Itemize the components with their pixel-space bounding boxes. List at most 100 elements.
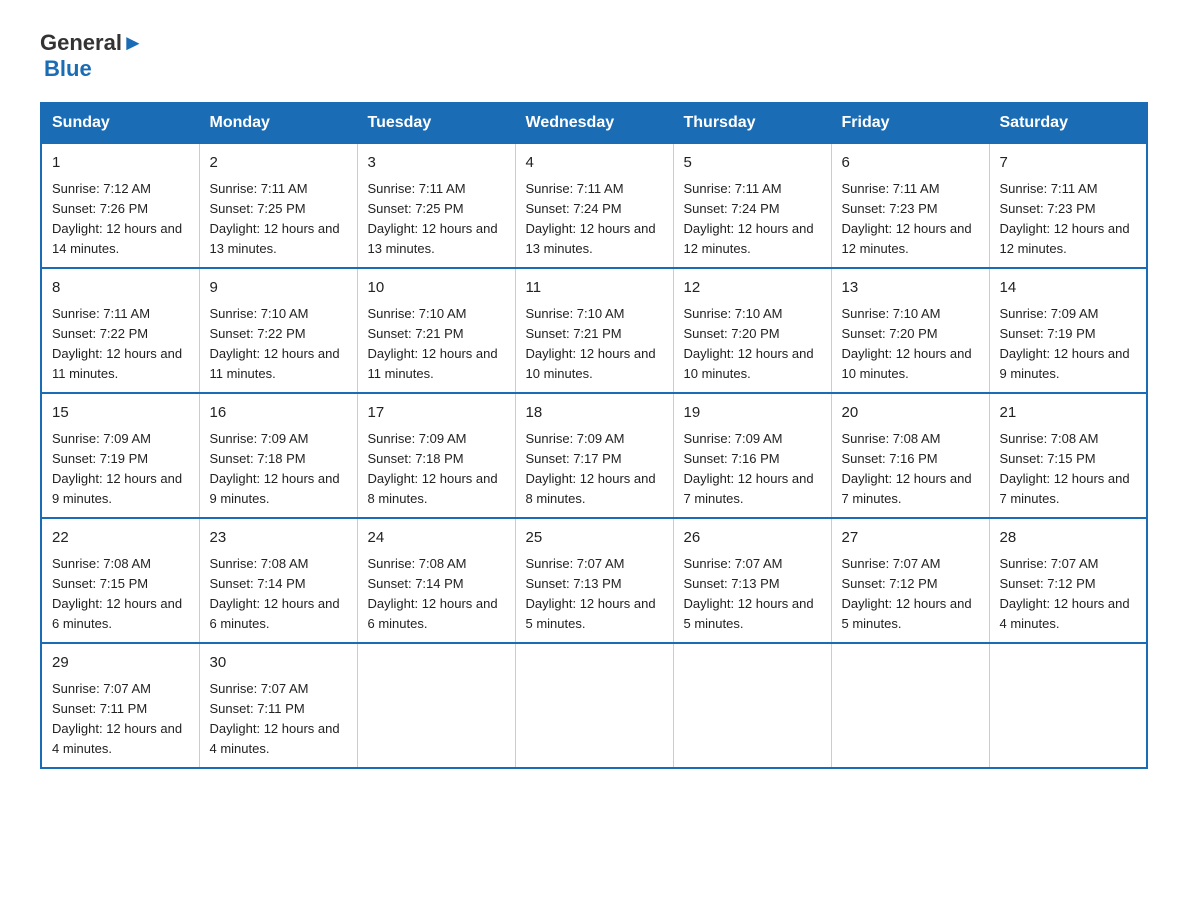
day-number: 29 (52, 652, 189, 675)
day-info: Sunrise: 7:08 AMSunset: 7:15 PMDaylight:… (52, 554, 189, 635)
cell-week5-day3 (515, 643, 673, 768)
header-thursday: Thursday (673, 103, 831, 143)
cell-week3-day4: 19 Sunrise: 7:09 AMSunset: 7:16 PMDayligh… (673, 393, 831, 518)
calendar-header-row: SundayMondayTuesdayWednesdayThursdayFrid… (41, 103, 1147, 143)
day-number: 27 (842, 527, 979, 550)
week-row-3: 15Sunrise: 7:09 AMSunset: 7:19 PMDayligh… (41, 393, 1147, 518)
day-info: Sunrise: 7:11 AMSunset: 7:23 PMDaylight:… (842, 179, 979, 260)
day-info: Sunrise: 7:11 AMSunset: 7:23 PMDaylight:… (1000, 179, 1137, 260)
day-info: Sunrise: 7:10 AMSunset: 7:20 PMDaylight:… (842, 304, 979, 385)
header-monday: Monday (199, 103, 357, 143)
day-number: 23 (210, 527, 347, 550)
cell-week2-day3: 11Sunrise: 7:10 AMSunset: 7:21 PMDayligh… (515, 268, 673, 393)
logo-text-blue: Blue (44, 56, 92, 82)
cell-week1-day1: 2Sunrise: 7:11 AMSunset: 7:25 PMDaylight… (199, 143, 357, 268)
cell-week2-day0: 8 Sunrise: 7:11 AMSunset: 7:22 PMDaylight… (41, 268, 199, 393)
day-number: 14 (1000, 277, 1137, 300)
day-number: 17 (368, 402, 505, 425)
week-row-2: 8 Sunrise: 7:11 AMSunset: 7:22 PMDaylight… (41, 268, 1147, 393)
cell-week5-day0: 29Sunrise: 7:07 AMSunset: 7:11 PMDayligh… (41, 643, 199, 768)
cell-week4-day6: 28 Sunrise: 7:07 AMSunset: 7:12 PMDayligh… (989, 518, 1147, 643)
day-number: 26 (684, 527, 821, 550)
day-number: 6 (842, 152, 979, 175)
cell-week3-day0: 15Sunrise: 7:09 AMSunset: 7:19 PMDayligh… (41, 393, 199, 518)
day-number: 28 (1000, 527, 1137, 550)
day-number: 5 (684, 152, 821, 175)
cell-week5-day1: 30 Sunrise: 7:07 AMSunset: 7:11 PMDayligh… (199, 643, 357, 768)
day-info: Sunrise: 7:09 AMSunset: 7:18 PMDaylight:… (368, 429, 505, 510)
cell-week4-day0: 22 Sunrise: 7:08 AMSunset: 7:15 PMDayligh… (41, 518, 199, 643)
header-saturday: Saturday (989, 103, 1147, 143)
day-number: 10 (368, 277, 505, 300)
logo-triangle-icon: ► (122, 30, 144, 55)
cell-week3-day6: 21 Sunrise: 7:08 AMSunset: 7:15 PMDayligh… (989, 393, 1147, 518)
day-number: 8 (52, 277, 189, 300)
cell-week2-day6: 14 Sunrise: 7:09 AMSunset: 7:19 PMDayligh… (989, 268, 1147, 393)
day-number: 11 (526, 277, 663, 300)
day-info: Sunrise: 7:07 AMSunset: 7:12 PMDaylight:… (842, 554, 979, 635)
cell-week2-day4: 12 Sunrise: 7:10 AMSunset: 7:20 PMDayligh… (673, 268, 831, 393)
cell-week1-day5: 6 Sunrise: 7:11 AMSunset: 7:23 PMDaylight… (831, 143, 989, 268)
cell-week3-day1: 16 Sunrise: 7:09 AMSunset: 7:18 PMDayligh… (199, 393, 357, 518)
cell-week5-day6 (989, 643, 1147, 768)
day-info: Sunrise: 7:10 AMSunset: 7:20 PMDaylight:… (684, 304, 821, 385)
logo: General► Blue (40, 30, 144, 82)
day-number: 19 (684, 402, 821, 425)
day-info: Sunrise: 7:11 AMSunset: 7:22 PMDaylight:… (52, 304, 189, 385)
week-row-1: 1 Sunrise: 7:12 AMSunset: 7:26 PMDaylight… (41, 143, 1147, 268)
header-tuesday: Tuesday (357, 103, 515, 143)
day-info: Sunrise: 7:09 AMSunset: 7:16 PMDaylight:… (684, 429, 821, 510)
day-info: Sunrise: 7:07 AMSunset: 7:11 PMDaylight:… (210, 679, 347, 760)
day-info: Sunrise: 7:09 AMSunset: 7:19 PMDaylight:… (1000, 304, 1137, 385)
day-info: Sunrise: 7:07 AMSunset: 7:13 PMDaylight:… (684, 554, 821, 635)
cell-week4-day3: 25 Sunrise: 7:07 AMSunset: 7:13 PMDayligh… (515, 518, 673, 643)
calendar-table: SundayMondayTuesdayWednesdayThursdayFrid… (40, 102, 1148, 769)
day-info: Sunrise: 7:08 AMSunset: 7:14 PMDaylight:… (368, 554, 505, 635)
day-number: 16 (210, 402, 347, 425)
cell-week2-day1: 9Sunrise: 7:10 AMSunset: 7:22 PMDaylight… (199, 268, 357, 393)
cell-week5-day5 (831, 643, 989, 768)
cell-week1-day0: 1 Sunrise: 7:12 AMSunset: 7:26 PMDaylight… (41, 143, 199, 268)
day-number: 18 (526, 402, 663, 425)
day-info: Sunrise: 7:10 AMSunset: 7:22 PMDaylight:… (210, 304, 347, 385)
day-number: 25 (526, 527, 663, 550)
day-info: Sunrise: 7:11 AMSunset: 7:25 PMDaylight:… (368, 179, 505, 260)
day-info: Sunrise: 7:07 AMSunset: 7:13 PMDaylight:… (526, 554, 663, 635)
logo-text-general: General► (40, 30, 144, 56)
cell-week3-day5: 20 Sunrise: 7:08 AMSunset: 7:16 PMDayligh… (831, 393, 989, 518)
week-row-5: 29 Sunrise: 7:07 AMSunset: 7:11 PMDayligh… (41, 643, 1147, 768)
day-number: 20 (842, 402, 979, 425)
day-number: 30 (210, 652, 347, 675)
day-number: 21 (1000, 402, 1137, 425)
day-number: 24 (368, 527, 505, 550)
day-info: Sunrise: 7:08 AMSunset: 7:16 PMDaylight:… (842, 429, 979, 510)
day-info: Sunrise: 7:11 AMSunset: 7:24 PMDaylight:… (684, 179, 821, 260)
header-wednesday: Wednesday (515, 103, 673, 143)
cell-week5-day4 (673, 643, 831, 768)
header-friday: Friday (831, 103, 989, 143)
day-number: 13 (842, 277, 979, 300)
day-number: 1 (52, 152, 189, 175)
cell-week4-day4: 26 Sunrise: 7:07 AMSunset: 7:13 PMDayligh… (673, 518, 831, 643)
day-info: Sunrise: 7:07 AMSunset: 7:12 PMDaylight:… (1000, 554, 1137, 635)
day-number: 12 (684, 277, 821, 300)
cell-week4-day2: 24 Sunrise: 7:08 AMSunset: 7:14 PMDayligh… (357, 518, 515, 643)
day-info: Sunrise: 7:11 AMSunset: 7:25 PMDaylight:… (210, 179, 347, 260)
page-header: General► Blue (40, 30, 1148, 82)
header-sunday: Sunday (41, 103, 199, 143)
cell-week1-day3: 4Sunrise: 7:11 AMSunset: 7:24 PMDaylight… (515, 143, 673, 268)
day-number: 7 (1000, 152, 1137, 175)
cell-week1-day2: 3Sunrise: 7:11 AMSunset: 7:25 PMDaylight… (357, 143, 515, 268)
cell-week3-day2: 17 Sunrise: 7:09 AMSunset: 7:18 PMDayligh… (357, 393, 515, 518)
day-info: Sunrise: 7:08 AMSunset: 7:14 PMDaylight:… (210, 554, 347, 635)
day-info: Sunrise: 7:08 AMSunset: 7:15 PMDaylight:… (1000, 429, 1137, 510)
cell-week5-day2 (357, 643, 515, 768)
day-number: 4 (526, 152, 663, 175)
day-info: Sunrise: 7:09 AMSunset: 7:18 PMDaylight:… (210, 429, 347, 510)
day-info: Sunrise: 7:12 AMSunset: 7:26 PMDaylight:… (52, 179, 189, 260)
day-number: 22 (52, 527, 189, 550)
cell-week2-day2: 10Sunrise: 7:10 AMSunset: 7:21 PMDayligh… (357, 268, 515, 393)
day-number: 15 (52, 402, 189, 425)
cell-week3-day3: 18Sunrise: 7:09 AMSunset: 7:17 PMDayligh… (515, 393, 673, 518)
cell-week2-day5: 13 Sunrise: 7:10 AMSunset: 7:20 PMDayligh… (831, 268, 989, 393)
